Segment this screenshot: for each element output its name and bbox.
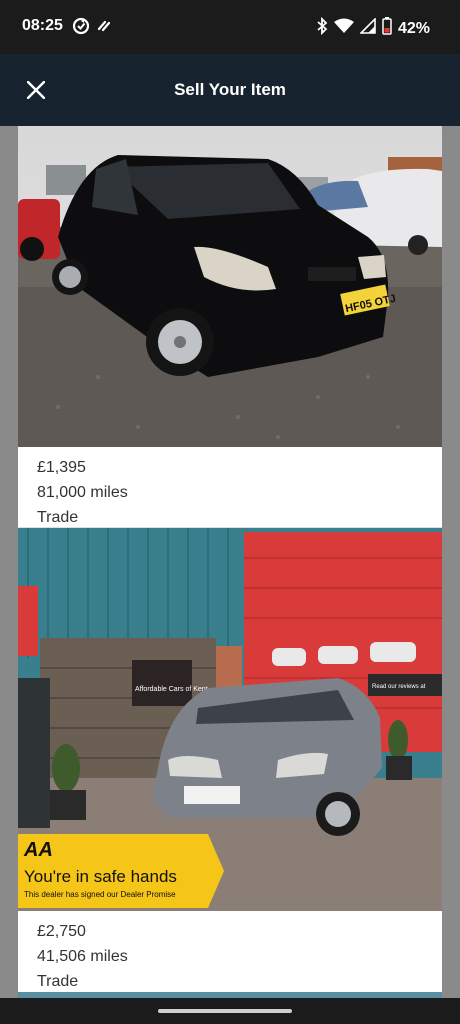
aa-headline: You're in safe hands bbox=[24, 867, 177, 886]
listing-details: £2,750 41,506 miles Trade bbox=[18, 911, 442, 994]
system-nav-bar bbox=[0, 998, 460, 1024]
status-bar: 08:25 42% bbox=[0, 0, 460, 54]
battery-icon bbox=[382, 17, 392, 40]
app-header: Sell Your Item bbox=[0, 54, 460, 126]
listing-price: £1,395 bbox=[37, 459, 86, 476]
listing-price: £2,750 bbox=[37, 923, 86, 940]
aa-subtext: This dealer has signed our Dealer Promis… bbox=[24, 890, 176, 899]
door-sign-text: Read our reviews at bbox=[372, 684, 426, 690]
dealer-sign-text: Affordable Cars of Kent bbox=[135, 686, 208, 693]
home-gesture-handle[interactable] bbox=[158, 1009, 292, 1013]
page-title: Sell Your Item bbox=[174, 80, 286, 99]
listing-item[interactable]: Read our reviews at Affordable Cars of K… bbox=[18, 527, 442, 994]
aa-logo: AA bbox=[23, 839, 53, 861]
listing-item[interactable]: HF05 OTJ £1,395 81,000 miles Trade bbox=[18, 126, 442, 530]
listing-photo[interactable]: Read our reviews at Affordable Cars of K… bbox=[18, 527, 442, 911]
status-time: 08:25 bbox=[22, 17, 63, 34]
signal-icon bbox=[359, 17, 376, 39]
listing-mileage: 41,506 miles bbox=[37, 948, 128, 965]
listing-feed[interactable]: HF05 OTJ £1,395 81,000 miles Trade Read … bbox=[0, 126, 460, 998]
listing-mileage: 81,000 miles bbox=[37, 484, 128, 501]
listing-seller-type: Trade bbox=[37, 973, 79, 990]
wifi-icon bbox=[333, 18, 354, 39]
bluetooth-icon bbox=[316, 16, 328, 40]
listing-photo[interactable]: HF05 OTJ bbox=[18, 126, 442, 447]
nfc-icon bbox=[96, 17, 112, 40]
listing-details: £1,395 81,000 miles Trade bbox=[18, 447, 442, 530]
sync-icon bbox=[72, 17, 90, 40]
battery-percent: 42% bbox=[397, 19, 430, 37]
